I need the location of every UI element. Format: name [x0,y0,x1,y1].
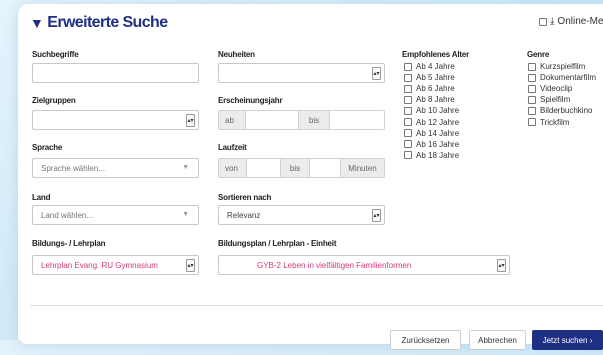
alter-option[interactable]: Ab 10 Jahre [404,105,459,116]
sprache-label: Sprache [32,143,63,152]
checkbox[interactable] [404,95,412,104]
sortieren-select[interactable]: Relevanz ▴▾ [218,205,385,225]
checkbox[interactable] [404,140,412,149]
bis-addon: bis [298,110,330,130]
genre-option[interactable]: Spielfilm [528,94,596,105]
filter-icon: ▼ [30,15,44,31]
jahr-from-input[interactable] [246,110,298,130]
von-addon: von [218,158,247,178]
checkbox[interactable] [404,62,412,71]
genre-option[interactable]: Dokumentarfilm [528,72,596,83]
alter-option[interactable]: Ab 5 Jahre [404,72,459,83]
checkbox[interactable] [528,118,536,127]
background-left [0,0,18,355]
checkbox[interactable] [528,84,536,93]
checkbox[interactable] [404,151,412,160]
laufzeit-label: Laufzeit [218,143,247,152]
checkbox[interactable] [528,106,536,115]
alter-option[interactable]: Ab 18 Jahre [404,150,459,161]
sprache-placeholder: Sprache wählen... [41,163,106,173]
cancel-button[interactable]: Abbrechen [469,330,526,350]
alter-option[interactable]: Ab 8 Jahre [404,94,459,105]
genre-list: Kurzspielfilm Dokumentarfilm Videoclip S… [528,61,596,128]
checkbox[interactable] [404,129,412,138]
online-media-label: Online-Medien [557,16,603,27]
bildungsplan-select[interactable]: Lehrplan Evang. RU Gymnasium ▴▾ [32,255,199,275]
alter-option[interactable]: Ab 4 Jahre [404,61,459,72]
online-media-toggle[interactable]: ⤓ Online-Medien [539,16,603,27]
sortieren-label: Sortieren nach [218,193,272,202]
genre-label: Genre [527,50,550,59]
select-arrow-icon: ▴▾ [372,209,381,222]
dialog-title: ▼ Erweiterte Suche [30,14,168,32]
erscheinungsjahr-range: ab bis [218,110,385,130]
suchbegriffe-label: Suchbegriffe [32,50,79,59]
neuheiten-label: Neuheiten [218,50,255,59]
search-input[interactable] [32,63,199,83]
bildungsplan-value: Lehrplan Evang. RU Gymnasium [41,260,158,270]
laufzeit-from-input[interactable] [247,158,280,178]
footer-divider [30,305,603,306]
alter-label: Empfohlenes Alter [402,50,469,59]
genre-option[interactable]: Trickfilm [528,116,596,127]
ab-addon: ab [218,110,246,130]
reset-button[interactable]: Zurücksetzen [390,330,461,350]
download-icon: ⤓ [550,16,555,27]
submit-search-button[interactable]: Jetzt suchen › [532,330,603,350]
land-label: Land [32,193,51,202]
alter-option[interactable]: Ab 6 Jahre [404,83,459,94]
neuheiten-select[interactable]: ▴▾ [218,63,385,83]
checkbox[interactable] [528,73,536,82]
einheit-label: Bildungsplan / Lehrplan - Einheit [218,239,337,248]
alter-option[interactable]: Ab 12 Jahre [404,116,459,127]
select-arrow-icon: ▴▾ [497,259,506,272]
sprache-select[interactable]: Sprache wählen... ▼ [32,158,199,178]
land-select[interactable]: Land wählen... ▼ [32,205,199,225]
bildungsplan-label: Bildungs- / Lehrplan [32,239,106,248]
land-placeholder: Land wählen... [41,210,94,220]
checkbox[interactable] [404,106,412,115]
laufzeit-to-input[interactable] [310,158,340,178]
select-arrow-icon: ▴▾ [186,114,195,127]
zielgruppen-select[interactable]: ▴▾ [32,110,199,130]
checkbox[interactable] [404,118,412,127]
genre-option[interactable]: Kurzspielfilm [528,61,596,72]
alter-option[interactable]: Ab 16 Jahre [404,139,459,150]
zielgruppen-label: Zielgruppen [32,96,76,105]
checkbox[interactable] [528,62,536,71]
chevron-down-icon: ▼ [182,164,189,171]
einheit-select[interactable]: GYB-2 Leben in vielfältigen Familienform… [218,255,510,275]
genre-option[interactable]: Videoclip [528,83,596,94]
checkbox[interactable] [404,73,412,82]
chevron-down-icon: ▼ [182,211,189,218]
laufzeit-range: von bis Minuten [218,158,385,178]
sortieren-value: Relevanz [227,210,261,220]
alter-option[interactable]: Ab 14 Jahre [404,128,459,139]
checkbox[interactable] [404,84,412,93]
erscheinungsjahr-label: Erscheinungsjahr [218,96,283,105]
online-media-checkbox[interactable] [539,17,547,26]
select-arrow-icon: ▴▾ [372,67,381,80]
checkbox[interactable] [528,95,536,104]
laufzeit-bis-addon: bis [280,158,310,178]
dialog-title-text: Erweiterte Suche [47,14,168,31]
minuten-addon: Minuten [340,158,385,178]
genre-option[interactable]: Bilderbuchkino [528,105,596,116]
alter-list: Ab 4 Jahre Ab 5 Jahre Ab 6 Jahre Ab 8 Ja… [404,61,459,161]
einheit-value: GYB-2 Leben in vielfältigen Familienform… [257,260,412,270]
select-arrow-icon: ▴▾ [186,259,195,272]
jahr-to-input[interactable] [330,110,385,130]
